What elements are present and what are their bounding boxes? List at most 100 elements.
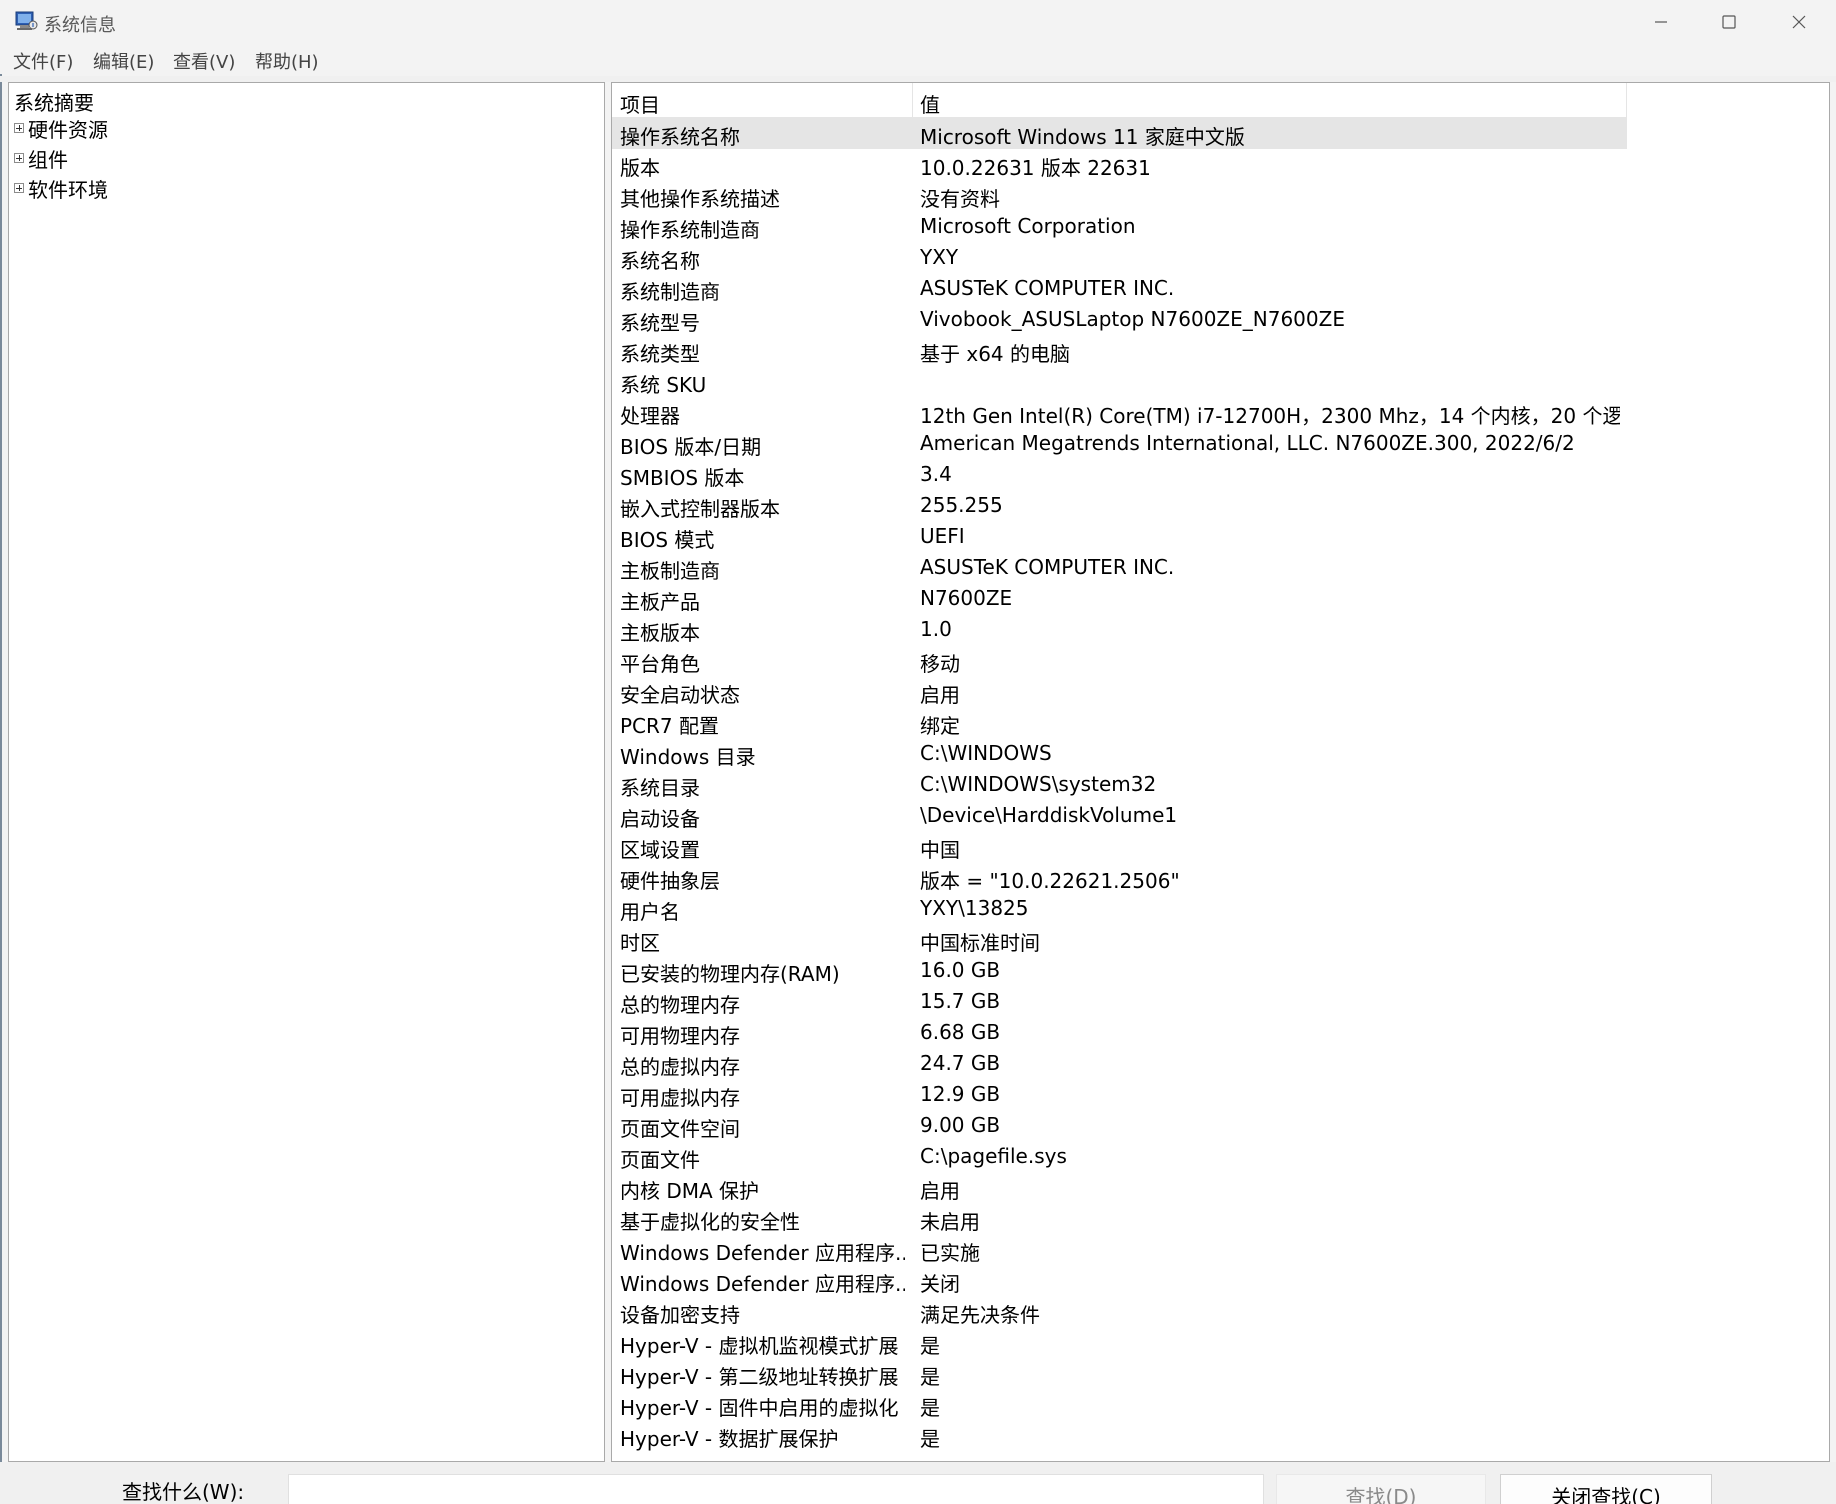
table-row[interactable]: BIOS 版本/日期 American Megatrends Internatio… [612,428,1627,459]
maximize-button[interactable] [1694,0,1764,44]
expand-icon[interactable] [14,123,24,133]
row-item-cell: 设备加密支持 [620,1303,740,1327]
table-row[interactable]: Hyper-V - 数据扩展保护 是 [612,1420,1627,1451]
row-item-cell: SMBIOS 版本 [620,466,745,490]
find-what-input[interactable] [288,1474,1264,1504]
column-header-value[interactable]: 值 [920,89,940,118]
table-row[interactable]: 用户名 YXY\13825 [612,893,1627,924]
table-row[interactable]: 版本 10.0.22631 版本 22631 [612,149,1627,180]
table-row[interactable]: 嵌入式控制器版本 255.255 [612,490,1627,521]
table-row[interactable]: 处理器 12th Gen Intel(R) Core(TM) i7-12700H，… [612,397,1627,428]
table-row[interactable]: 可用物理内存 6.68 GB [612,1017,1627,1048]
row-value-cell: 15.7 GB [920,989,1001,1013]
table-row[interactable]: 主板版本 1.0 [612,614,1627,645]
title-bar[interactable]: 系统信息 [0,0,1836,44]
table-row[interactable]: 主板产品 N7600ZE [612,583,1627,614]
row-item-cell: 可用物理内存 [620,1024,740,1048]
row-value-cell: 启用 [920,1179,960,1203]
tree-item-components[interactable]: 组件 [14,145,68,172]
row-value-cell: 移动 [920,652,960,676]
category-tree[interactable]: 系统摘要 硬件资源 组件 软件环境 [8,82,605,1462]
tree-item-system-summary[interactable]: 系统摘要 [14,87,94,116]
table-row[interactable]: 页面文件 C:\pagefile.sys [612,1141,1627,1172]
details-list[interactable]: 项目 值 操作系统名称 Microsoft Windows 11 家庭中文版 版本 1… [611,82,1830,1462]
table-row[interactable]: BIOS 模式 UEFI [612,521,1627,552]
menu-view[interactable]: 查看(V) [173,48,235,74]
expand-icon[interactable] [14,153,24,163]
table-row[interactable]: 启动设备 \Device\HarddiskVolume1 [612,800,1627,831]
row-value-cell: Vivobook_ASUSLaptop N7600ZE_N7600ZE [920,307,1345,331]
row-item-cell: Windows 目录 [620,745,756,769]
table-row[interactable]: 可用虚拟内存 12.9 GB [612,1079,1627,1110]
table-row[interactable]: 系统类型 基于 x64 的电脑 [612,335,1627,366]
row-item-cell: 页面文件空间 [620,1117,740,1141]
table-row[interactable]: 区域设置 中国 [612,831,1627,862]
tree-item-software-environment[interactable]: 软件环境 [14,175,108,202]
row-value-cell: ASUSTeK COMPUTER INC. [920,276,1175,300]
table-row[interactable]: Windows 目录 C:\WINDOWS [612,738,1627,769]
table-row[interactable]: SMBIOS 版本 3.4 [612,459,1627,490]
row-value-cell: \Device\HarddiskVolume1 [920,803,1178,827]
row-value-cell: 已实施 [920,1241,980,1265]
table-row[interactable]: Windows Defender 应用程序... 已实施 [612,1234,1627,1265]
tree-item-label: 硬件资源 [28,117,108,142]
menu-file[interactable]: 文件(F) [13,48,73,74]
table-row[interactable]: Windows Defender 应用程序... 关闭 [612,1265,1627,1296]
table-row[interactable]: 系统型号 Vivobook_ASUSLaptop N7600ZE_N7600ZE [612,304,1627,335]
table-row[interactable]: PCR7 配置 绑定 [612,707,1627,738]
row-item-cell: 安全启动状态 [620,683,740,707]
table-row[interactable]: Hyper-V - 虚拟机监视模式扩展是 [612,1327,1627,1358]
close-button[interactable] [1764,0,1834,44]
table-row[interactable]: 主板制造商 ASUSTeK COMPUTER INC. [612,552,1627,583]
table-row[interactable]: 系统目录 C:\WINDOWS\system32 [612,769,1627,800]
table-row[interactable]: 硬件抽象层 版本 = "10.0.22621.2506" [612,862,1627,893]
row-value-cell: 10.0.22631 版本 22631 [920,156,1151,180]
table-row[interactable]: Hyper-V - 固件中启用的虚拟化是 [612,1389,1627,1420]
row-value-cell: 24.7 GB [920,1051,1001,1075]
table-row[interactable]: 系统名称 YXY [612,242,1627,273]
row-value-cell: YXY\13825 [920,896,1029,920]
row-item-cell: 系统目录 [620,776,700,800]
row-value-cell: 基于 x64 的电脑 [920,342,1070,366]
row-value-cell: 是 [920,1396,940,1420]
table-row[interactable]: 系统 SKU [612,366,1627,397]
row-item-cell: 可用虚拟内存 [620,1086,740,1110]
table-row[interactable]: 页面文件空间 9.00 GB [612,1110,1627,1141]
close-find-button[interactable]: 关闭查找(C) [1500,1474,1712,1504]
tree-item-hardware-resources[interactable]: 硬件资源 [14,115,108,142]
row-value-cell: 满足先决条件 [920,1303,1040,1327]
table-row[interactable]: 总的虚拟内存 24.7 GB [612,1048,1627,1079]
row-item-cell: 内核 DMA 保护 [620,1179,760,1203]
table-row[interactable]: 安全启动状态 启用 [612,676,1627,707]
menu-edit[interactable]: 编辑(E) [93,48,154,74]
row-value-cell: 中国 [920,838,960,862]
row-value-cell: 16.0 GB [920,958,1001,982]
row-item-cell: 已安装的物理内存(RAM) [620,962,840,986]
table-row[interactable]: Hyper-V - 第二级地址转换扩展是 [612,1358,1627,1389]
minimize-button[interactable] [1626,0,1696,44]
row-value-cell: 是 [920,1427,940,1451]
table-row[interactable]: 内核 DMA 保护 启用 [612,1172,1627,1203]
table-row[interactable]: 平台角色 移动 [612,645,1627,676]
row-value-cell: N7600ZE [920,586,1013,610]
row-value-cell: 6.68 GB [920,1020,1001,1044]
table-row[interactable]: 时区 中国标准时间 [612,924,1627,955]
table-row[interactable]: 总的物理内存 15.7 GB [612,986,1627,1017]
table-row[interactable]: 基于虚拟化的安全性 未启用 [612,1203,1627,1234]
column-separator[interactable] [912,83,913,117]
row-item-cell: 主板制造商 [620,559,720,583]
table-row[interactable]: 操作系统名称 Microsoft Windows 11 家庭中文版 [612,118,1627,149]
find-button[interactable]: 查找(D) [1276,1474,1486,1504]
row-item-cell: 基于虚拟化的安全性 [620,1210,800,1234]
table-row[interactable]: 设备加密支持 满足先决条件 [612,1296,1627,1327]
table-row[interactable]: 其他操作系统描述 没有资料 [612,180,1627,211]
table-row[interactable]: 操作系统制造商 Microsoft Corporation [612,211,1627,242]
column-separator[interactable] [1626,83,1627,117]
row-item-cell: 系统名称 [620,249,700,273]
expand-icon[interactable] [14,183,24,193]
row-value-cell: 是 [920,1365,940,1389]
table-row[interactable]: 已安装的物理内存(RAM) 16.0 GB [612,955,1627,986]
column-header-item[interactable]: 项目 [620,89,660,118]
menu-help[interactable]: 帮助(H) [255,48,319,74]
table-row[interactable]: 系统制造商 ASUSTeK COMPUTER INC. [612,273,1627,304]
